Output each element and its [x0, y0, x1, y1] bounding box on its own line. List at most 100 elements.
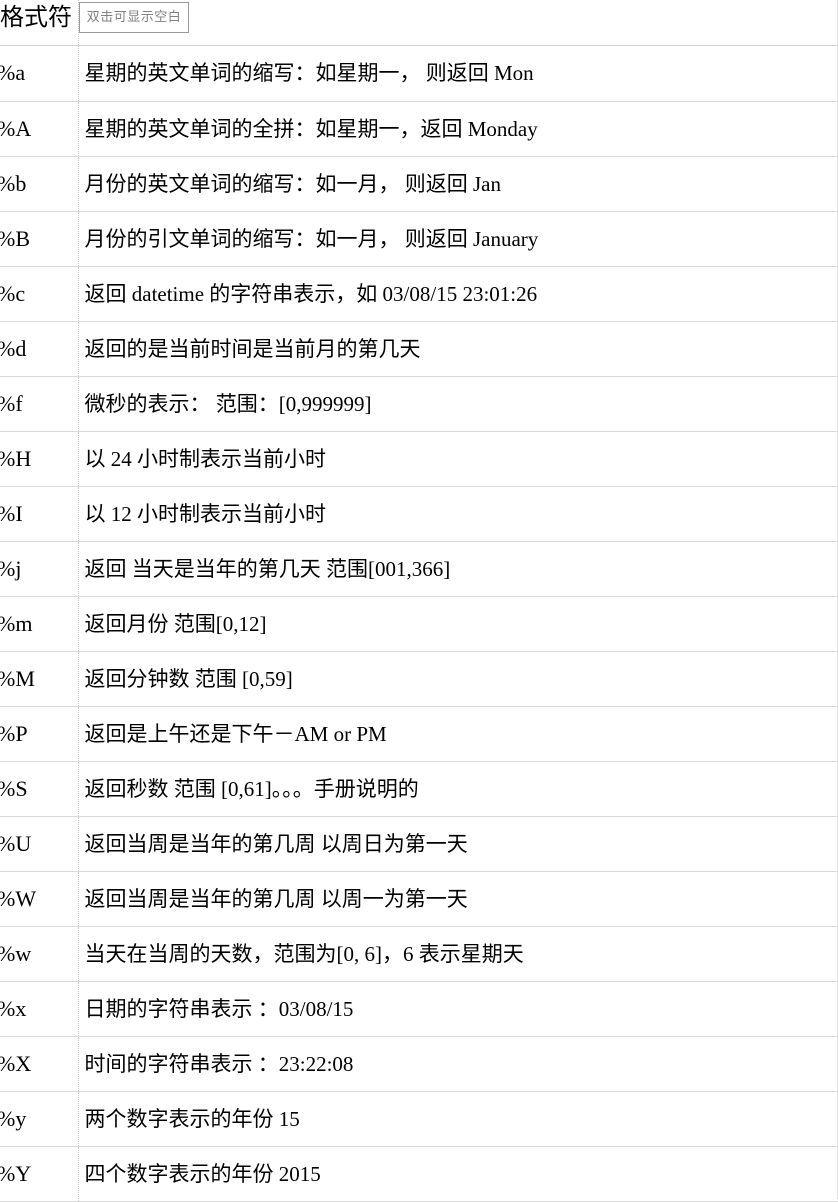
table-row[interactable]: %Y四个数字表示的年份 2015	[0, 1146, 838, 1201]
format-code-text: %W	[0, 886, 78, 912]
table-row[interactable]: %a星期的英文单词的缩写：如星期一， 则返回 Mon	[0, 46, 838, 101]
format-code-text: %X	[0, 1051, 78, 1077]
format-code-text: %M	[0, 666, 78, 692]
format-code-text: %Y	[0, 1161, 78, 1187]
cell-description[interactable]: 返回是上午还是下午－AM or PM	[78, 706, 838, 761]
format-code-text: %b	[0, 171, 78, 197]
table-row[interactable]: %B月份的引文单词的缩写：如一月， 则返回 January	[0, 211, 838, 266]
cell-format-code[interactable]: %w	[0, 926, 78, 981]
show-blank-toggle-button[interactable]: 双击可显示空白	[79, 2, 189, 33]
cell-format-code[interactable]: %A	[0, 101, 78, 156]
description-text: 月份的英文单词的缩写：如一月， 则返回 Jan	[79, 170, 838, 198]
cell-description[interactable]: 返回分钟数 范围 [0,59]	[78, 651, 838, 706]
cell-format-code[interactable]: %M	[0, 651, 78, 706]
description-text: 返回月份 范围[0,12]	[79, 610, 838, 638]
cell-format-code[interactable]: %B	[0, 211, 78, 266]
description-text: 返回秒数 范围 [0,61]。。。手册说明的	[79, 775, 838, 803]
cell-description[interactable]: 时间的字符串表示 ：23:22:08	[78, 1036, 838, 1091]
format-codes-rows-table: %a星期的英文单词的缩写：如星期一， 则返回 Mon%A星期的英文单词的全拼：如…	[0, 46, 838, 1202]
cell-description[interactable]: 返回秒数 范围 [0,61]。。。手册说明的	[78, 761, 838, 816]
cell-description[interactable]: 以 12 小时制表示当前小时	[78, 486, 838, 541]
cell-description[interactable]: 四个数字表示的年份 2015	[78, 1146, 838, 1201]
cell-format-code[interactable]: %d	[0, 321, 78, 376]
cell-description[interactable]: 月份的英文单词的缩写：如一月， 则返回 Jan	[78, 156, 838, 211]
table-row[interactable]: %y两个数字表示的年份 15	[0, 1091, 838, 1146]
cell-description[interactable]: 以 24 小时制表示当前小时	[78, 431, 838, 486]
cell-description[interactable]: 星期的英文单词的全拼：如星期一，返回 Monday	[78, 101, 838, 156]
cell-format-code[interactable]: %f	[0, 376, 78, 431]
header-code-wrap: 格式符	[0, 0, 78, 45]
table-row[interactable]: %M返回分钟数 范围 [0,59]	[0, 651, 838, 706]
description-text: 微秒的表示： 范围：[0,999999]	[79, 390, 838, 418]
table-row[interactable]: %f微秒的表示： 范围：[0,999999]	[0, 376, 838, 431]
cell-description[interactable]: 日期的字符串表示 ：03/08/15	[78, 981, 838, 1036]
cell-format-code[interactable]: %y	[0, 1091, 78, 1146]
cell-format-code[interactable]: %a	[0, 46, 78, 101]
cell-format-code[interactable]: %I	[0, 486, 78, 541]
table-row[interactable]: %S返回秒数 范围 [0,61]。。。手册说明的	[0, 761, 838, 816]
cell-format-code[interactable]: %U	[0, 816, 78, 871]
cell-format-code[interactable]: %b	[0, 156, 78, 211]
table-row[interactable]: %H以 24 小时制表示当前小时	[0, 431, 838, 486]
cell-description[interactable]: 两个数字表示的年份 15	[78, 1091, 838, 1146]
description-text: 返回的是当前时间是当前月的第几天	[79, 335, 838, 363]
table-row[interactable]: %A星期的英文单词的全拼：如星期一，返回 Monday	[0, 101, 838, 156]
description-text: 两个数字表示的年份 15	[79, 1105, 838, 1133]
description-text: 以 24 小时制表示当前小时	[79, 445, 838, 473]
cell-description[interactable]: 返回当周是当年的第几周 以周一为第一天	[78, 871, 838, 926]
cell-format-code[interactable]: %c	[0, 266, 78, 321]
format-code-text: %S	[0, 776, 78, 802]
format-code-text: %y	[0, 1106, 78, 1132]
cell-format-code[interactable]: %H	[0, 431, 78, 486]
format-code-text: %A	[0, 116, 78, 142]
column-header-format-code: 格式符	[0, 3, 72, 33]
cell-description[interactable]: 月份的引文单词的缩写：如一月， 则返回 January	[78, 211, 838, 266]
cell-description[interactable]: 返回 datetime 的字符串表示，如 03/08/15 23:01:26	[78, 266, 838, 321]
format-code-text: %B	[0, 226, 78, 252]
table-row[interactable]: %x日期的字符串表示 ：03/08/15	[0, 981, 838, 1036]
cell-format-code[interactable]: %j	[0, 541, 78, 596]
cell-format-code[interactable]: %Y	[0, 1146, 78, 1201]
table-row[interactable]: %c返回 datetime 的字符串表示，如 03/08/15 23:01:26	[0, 266, 838, 321]
cell-format-code[interactable]: %W	[0, 871, 78, 926]
format-code-text: %P	[0, 721, 78, 747]
table-row[interactable]: %b月份的英文单词的缩写：如一月， 则返回 Jan	[0, 156, 838, 211]
cell-format-code[interactable]: %m	[0, 596, 78, 651]
description-text: 以 12 小时制表示当前小时	[79, 500, 838, 528]
cell-format-code[interactable]: %S	[0, 761, 78, 816]
table-row[interactable]: %d返回的是当前时间是当前月的第几天	[0, 321, 838, 376]
format-code-text: %U	[0, 831, 78, 857]
header-cell-description	[78, 0, 838, 46]
format-code-text: %d	[0, 336, 78, 362]
description-text: 返回是上午还是下午－AM or PM	[79, 720, 838, 748]
table-row[interactable]: %I以 12 小时制表示当前小时	[0, 486, 838, 541]
description-text: 星期的英文单词的缩写：如星期一， 则返回 Mon	[79, 59, 838, 87]
table-row[interactable]: %j返回 当天是当年的第几天 范围[001,366]	[0, 541, 838, 596]
description-text: 返回当周是当年的第几周 以周一为第一天	[79, 885, 838, 913]
table-row[interactable]: %m返回月份 范围[0,12]	[0, 596, 838, 651]
cell-description[interactable]: 返回 当天是当年的第几天 范围[001,366]	[78, 541, 838, 596]
description-text: 月份的引文单词的缩写：如一月， 则返回 January	[79, 225, 838, 253]
description-text: 返回 datetime 的字符串表示，如 03/08/15 23:01:26	[79, 280, 838, 308]
table-row[interactable]: %X时间的字符串表示 ：23:22:08	[0, 1036, 838, 1091]
description-text: 返回分钟数 范围 [0,59]	[79, 665, 838, 693]
format-rows-body: %a星期的英文单词的缩写：如星期一， 则返回 Mon%A星期的英文单词的全拼：如…	[0, 46, 838, 1201]
cell-format-code[interactable]: %x	[0, 981, 78, 1036]
cell-description[interactable]: 返回月份 范围[0,12]	[78, 596, 838, 651]
description-text: 日期的字符串表示 ：03/08/15	[79, 995, 838, 1023]
header-cell-code: 格式符	[0, 0, 78, 46]
table-row[interactable]: %U返回当周是当年的第几周 以周日为第一天	[0, 816, 838, 871]
table-row[interactable]: %P返回是上午还是下午－AM or PM	[0, 706, 838, 761]
cell-format-code[interactable]: %P	[0, 706, 78, 761]
table-row[interactable]: %W返回当周是当年的第几周 以周一为第一天	[0, 871, 838, 926]
table-row[interactable]: %w当天在当周的天数，范围为[0, 6]，6 表示星期天	[0, 926, 838, 981]
description-text: 四个数字表示的年份 2015	[79, 1160, 838, 1188]
cell-format-code[interactable]: %X	[0, 1036, 78, 1091]
format-code-text: %I	[0, 501, 78, 527]
cell-description[interactable]: 星期的英文单词的缩写：如星期一， 则返回 Mon	[78, 46, 838, 101]
cell-description[interactable]: 返回的是当前时间是当前月的第几天	[78, 321, 838, 376]
format-code-text: %f	[0, 391, 78, 417]
cell-description[interactable]: 当天在当周的天数，范围为[0, 6]，6 表示星期天	[78, 926, 838, 981]
cell-description[interactable]: 微秒的表示： 范围：[0,999999]	[78, 376, 838, 431]
cell-description[interactable]: 返回当周是当年的第几周 以周日为第一天	[78, 816, 838, 871]
